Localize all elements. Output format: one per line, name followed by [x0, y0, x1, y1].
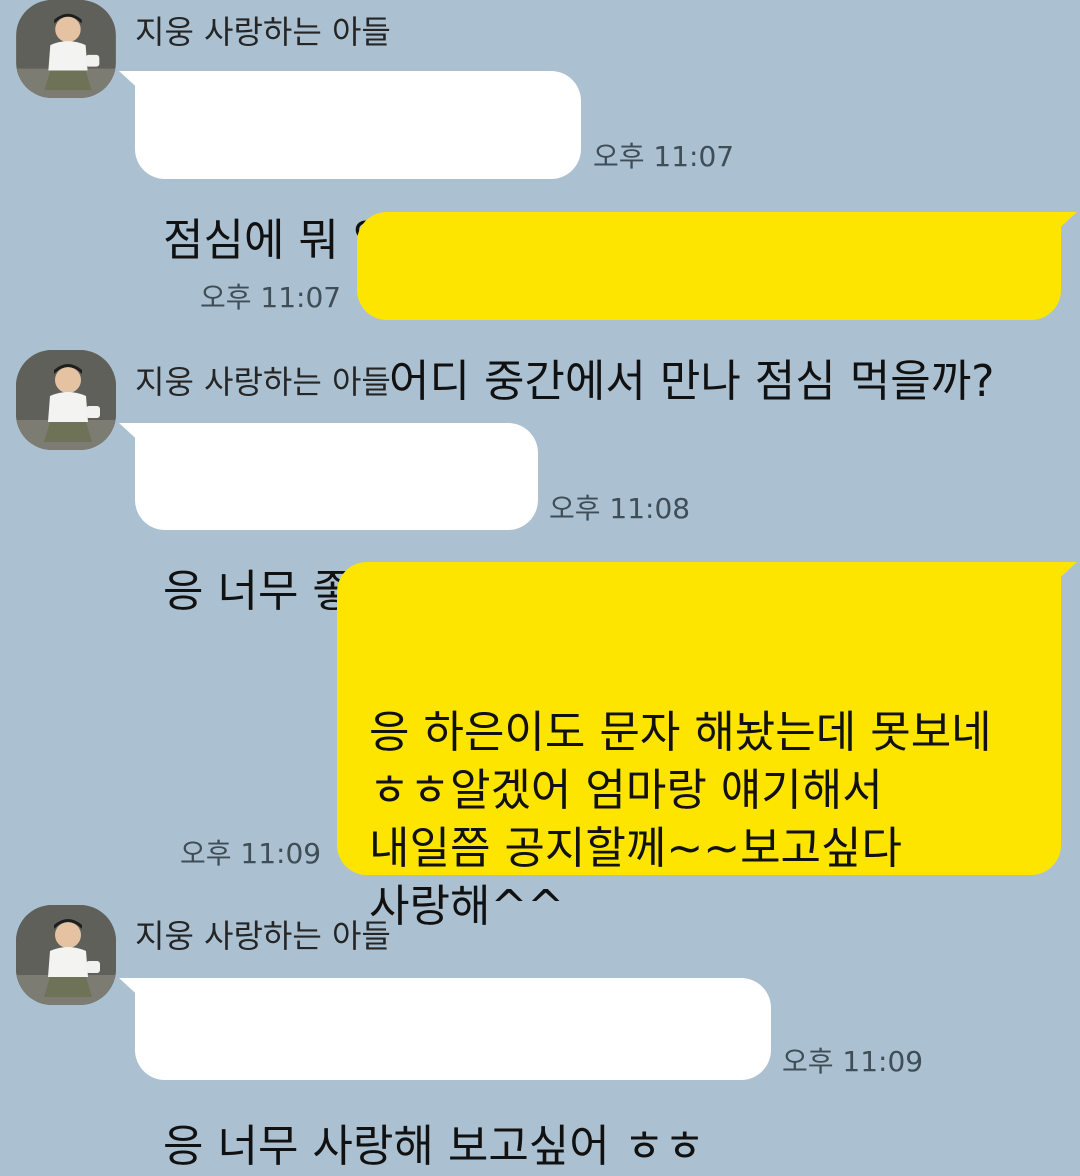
profile-photo-icon — [16, 350, 116, 450]
message-timestamp: 오후 11:08 — [549, 492, 691, 525]
profile-photo-icon — [17, 0, 115, 98]
bubble-tail — [1053, 562, 1077, 584]
sender-name: 지웅 사랑하는 아들 — [135, 363, 391, 401]
message-timestamp: 오후 11:09 — [782, 1045, 924, 1078]
bubble-tail — [119, 423, 143, 445]
sender-avatar[interactable] — [16, 0, 116, 98]
chat-room: 지웅 사랑하는 아들 점심에 뭐 없어 ㅎㅎ 오후 11:07 오후 11:07… — [0, 0, 1080, 1172]
bubble-tail — [1053, 212, 1077, 234]
message-text: 응 너무 사랑해 보고싶어 ㅎㅎ — [163, 1121, 705, 1172]
message-timestamp: 오후 11:07 — [593, 140, 735, 173]
profile-photo-icon — [16, 905, 116, 1005]
sender-name: 지웅 사랑하는 아들 — [135, 13, 391, 51]
message-bubble[interactable]: 어디 중간에서 만나 점심 먹을까? — [357, 212, 1077, 407]
message-bubble[interactable]: 응 하은이도 문자 해놨는데 못보네 ㅎㅎ알겠어 엄마랑 얘기해서 내일쯤 공지… — [337, 562, 1077, 932]
sender-avatar[interactable] — [16, 905, 116, 1005]
message-bubble[interactable]: 응 너무 사랑해 보고싶어 ㅎㅎ — [119, 978, 771, 1172]
message-timestamp: 오후 11:09 — [180, 837, 322, 870]
message-bubble[interactable]: 응 너무 좋아 ㅎㅎ — [119, 423, 538, 617]
bubble-tail — [119, 71, 143, 93]
bubble-tail — [119, 978, 143, 1000]
message-text: 어디 중간에서 만나 점심 먹을까? — [389, 356, 995, 407]
sender-name: 지웅 사랑하는 아들 — [135, 917, 391, 955]
message-timestamp: 오후 11:07 — [200, 281, 342, 314]
message-text: 응 하은이도 문자 해놨는데 못보네 ㅎㅎ알겠어 엄마랑 얘기해서 내일쯤 공지… — [369, 707, 992, 932]
message-bubble[interactable]: 점심에 뭐 없어 ㅎㅎ — [119, 71, 581, 266]
sender-avatar[interactable] — [16, 350, 116, 450]
